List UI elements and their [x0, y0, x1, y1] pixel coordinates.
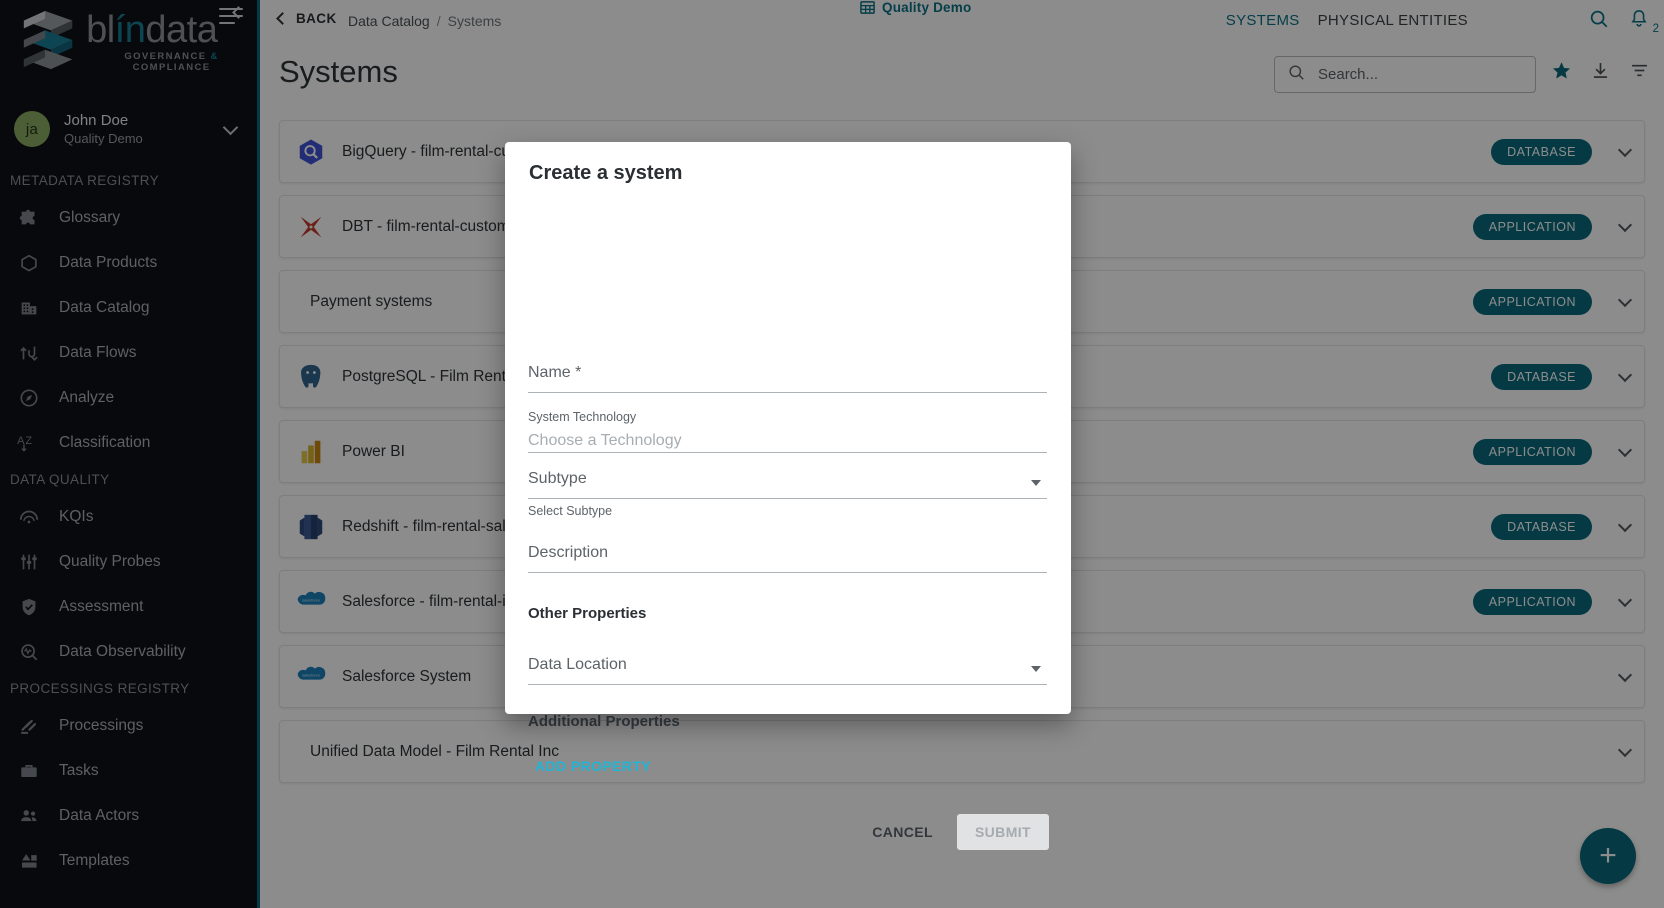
subtype-field[interactable]: Subtype Select Subtype	[528, 470, 1047, 518]
add-property-button[interactable]: ADD PROPERTY	[535, 758, 651, 774]
dialog-title: Create a system	[529, 162, 683, 184]
name-field[interactable]: Name *	[528, 364, 1047, 393]
data-location-label: Data Location	[528, 656, 627, 673]
data-location-field[interactable]: Data Location	[528, 656, 1047, 685]
name-field-label: Name *	[528, 364, 582, 381]
subtype-label: Subtype	[528, 470, 587, 487]
other-properties-heading: Other Properties	[528, 605, 647, 622]
system-technology-field[interactable]: System Technology Choose a Technology	[528, 410, 1047, 453]
chevron-down-icon	[1031, 480, 1041, 486]
additional-properties-heading: Additional Properties	[528, 713, 680, 730]
system-technology-label: System Technology	[528, 410, 637, 424]
chevron-down-icon	[1031, 666, 1041, 672]
create-system-dialog: Create a system Name * System Technology…	[505, 142, 1071, 850]
dialog-actions: CANCEL SUBMIT	[858, 814, 1049, 850]
description-field[interactable]: Description	[528, 544, 1047, 573]
submit-button[interactable]: SUBMIT	[956, 814, 1049, 850]
system-technology-placeholder: Choose a Technology	[528, 432, 682, 449]
app-root: blíndata GOVERNANCE & COMPLIANCE ja John…	[0, 0, 1664, 908]
subtype-helper-text: Select Subtype	[528, 504, 613, 518]
cancel-button[interactable]: CANCEL	[858, 815, 947, 849]
description-label: Description	[528, 544, 609, 561]
